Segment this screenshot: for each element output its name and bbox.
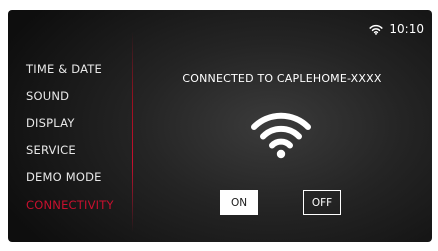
menu-item-time-date[interactable]: TIME & DATE [26,62,102,76]
menu-item-connectivity[interactable]: CONNECTIVITY [26,198,114,212]
menu-divider [132,32,133,232]
clock-time: 10:10 [389,22,424,36]
settings-screen: 10:10 TIME & DATE SOUND DISPLAY SERVICE … [8,10,432,242]
menu-item-demo-mode[interactable]: DEMO MODE [26,170,102,184]
on-button[interactable]: ON [220,190,258,215]
menu-item-sound[interactable]: SOUND [26,89,69,103]
menu-item-display[interactable]: DISPLAY [26,116,75,130]
wifi-icon [248,108,314,164]
wifi-status-icon [369,24,383,35]
status-bar: 10:10 [369,22,424,36]
off-button[interactable]: OFF [303,190,341,215]
settings-menu: TIME & DATE SOUND DISPLAY SERVICE DEMO M… [8,10,132,242]
menu-item-service[interactable]: SERVICE [26,143,76,157]
connection-status-title: CONNECTED TO CAPLEHOME-XXXX [182,72,382,85]
